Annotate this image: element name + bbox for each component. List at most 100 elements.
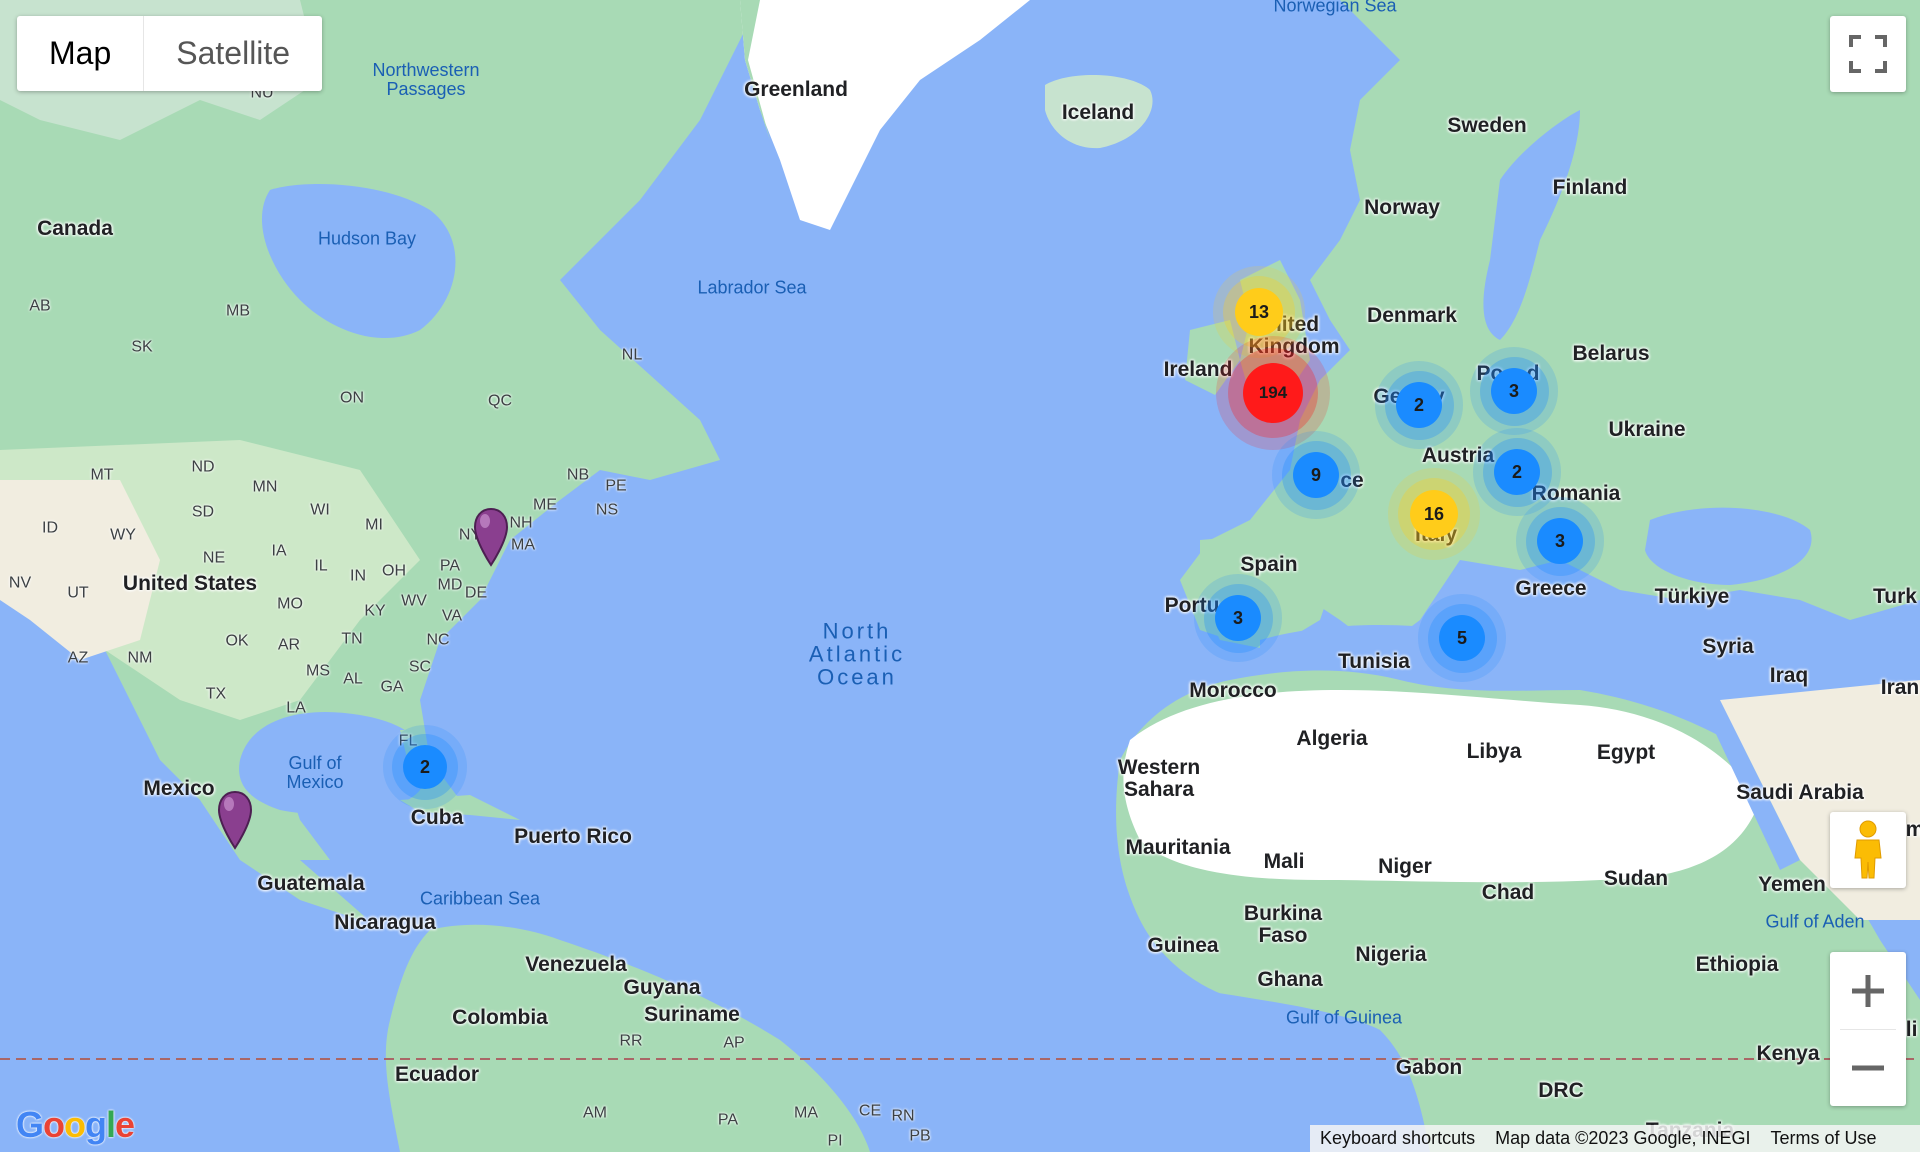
cluster-count: 2 [1511, 461, 1522, 482]
map-label-cuba: Cuba [410, 805, 464, 829]
zoom-in-button[interactable] [1830, 953, 1906, 1029]
cluster-marker-france[interactable]: 9 [1272, 431, 1360, 519]
map-label-m: m [1905, 817, 1920, 841]
cluster-marker-poland[interactable]: 3 [1470, 347, 1558, 435]
map-label-ukraine: Ukraine [1608, 417, 1686, 441]
cluster-marker-tunisia[interactable]: 5 [1418, 594, 1506, 682]
map-type-satellite-button[interactable]: Satellite [144, 16, 322, 91]
map-label-ok: OK [225, 632, 249, 650]
map-label-iceland: Iceland [1061, 100, 1135, 124]
map-label-qc: QC [488, 392, 512, 410]
cluster-marker-italy[interactable]: 16 [1388, 468, 1480, 560]
map-label-united-states: United States [122, 571, 258, 595]
zoom-out-icon [1852, 1065, 1884, 1070]
map-label-guinea: Guinea [1147, 933, 1219, 957]
map-label-in: IN [350, 567, 366, 585]
fullscreen-button[interactable] [1830, 16, 1906, 92]
map-label-nb: NB [566, 466, 590, 484]
google-logo[interactable]: Google [16, 1104, 135, 1146]
map-label-wi: WI [310, 501, 330, 519]
map-label-sudan: Sudan [1603, 866, 1669, 890]
cluster-marker-hungary[interactable]: 2 [1473, 428, 1561, 516]
map-label-iraq: Iraq [1769, 663, 1809, 687]
map-label-md: MD [437, 576, 463, 594]
cluster-marker-uk-south[interactable]: 194 [1216, 336, 1330, 450]
zoom-out-button[interactable] [1830, 1030, 1906, 1106]
map-pin-boston[interactable] [473, 507, 509, 572]
map-label-gabon: Gabon [1395, 1055, 1463, 1079]
map-label-nl: NL [621, 346, 643, 364]
map-label-ga: GA [380, 678, 404, 696]
map-label-egypt: Egypt [1596, 740, 1656, 764]
cluster-count: 3 [1232, 607, 1243, 628]
map-label-mali: Mali [1263, 849, 1305, 873]
map-label-nh: NH [509, 514, 533, 532]
cluster-marker-gulf[interactable]: 2 [383, 725, 467, 809]
terms-of-use-link[interactable]: Terms of Use [1761, 1128, 1887, 1149]
map-pin-mexico[interactable] [217, 790, 253, 855]
map-label-nc: NC [426, 631, 450, 649]
map-label-de: DE [464, 584, 488, 602]
map-label-mb: MB [226, 302, 250, 320]
map-label-pb: PB [909, 1127, 931, 1145]
map-label-colombia: Colombia [452, 1005, 548, 1029]
map-label-north-atlantic: North Atlantic Ocean [808, 618, 906, 690]
street-view-pegman-button[interactable] [1830, 812, 1906, 888]
cluster-marker-uk-north[interactable]: 13 [1213, 266, 1305, 358]
cluster-marker-germany[interactable]: 2 [1375, 361, 1463, 449]
map-label-gulf-of-guinea: Gulf of Guinea [1285, 1007, 1403, 1028]
map-label-ky: KY [364, 602, 386, 620]
map-label-guatemala: Guatemala [257, 871, 365, 895]
map-label-nv: NV [8, 574, 32, 592]
map-label-al: AL [343, 670, 363, 688]
map-label-la: LA [286, 699, 306, 717]
map-label-am: AM [583, 1104, 607, 1122]
map-label-drc: DRC [1538, 1078, 1584, 1102]
map-label-nigeria: Nigeria [1355, 942, 1427, 966]
zoom-in-icon [1852, 974, 1884, 1007]
map-pin-icon [217, 790, 253, 850]
map-type-map-button[interactable]: Map [17, 16, 143, 91]
map-canvas[interactable] [0, 0, 1920, 1152]
pegman-icon [1854, 820, 1882, 879]
map-label-belarus: Belarus [1572, 341, 1650, 365]
map-label-iran: Iran [1880, 675, 1920, 699]
map-label-mo: MO [277, 595, 303, 613]
map-label-mauritania: Mauritania [1125, 835, 1231, 859]
cluster-count: 2 [419, 756, 430, 777]
cluster-count: 16 [1423, 503, 1445, 524]
map-label-ms: MS [306, 662, 330, 680]
map-label-ut: UT [67, 584, 89, 602]
map-label-ecuador: Ecuador [394, 1062, 480, 1086]
map-label-sk: SK [131, 338, 153, 356]
map-label-ne: NE [202, 549, 226, 567]
map-label-western-sahara: Western Sahara [1117, 755, 1201, 801]
map-label-wy: WY [110, 526, 136, 544]
map-label-caribbean-sea: Caribbean Sea [419, 888, 541, 909]
map-label-mi: MI [365, 516, 383, 534]
keyboard-shortcuts-link[interactable]: Keyboard shortcuts [1310, 1128, 1485, 1149]
map-label-tunisia: Tunisia [1338, 649, 1410, 673]
map-label-pa: PA [439, 557, 461, 575]
map-label-algeria: Algeria [1296, 726, 1368, 750]
cluster-marker-portugal[interactable]: 3 [1194, 574, 1282, 662]
attribution-bar: Keyboard shortcuts Map data ©2023 Google… [1310, 1125, 1920, 1152]
map-label-wv: WV [401, 592, 427, 610]
map-pin-icon [473, 507, 509, 567]
map-label-pi: PI [827, 1132, 843, 1150]
map-label-il: IL [314, 557, 328, 575]
map-label-norway: Norway [1364, 195, 1440, 219]
map-label-nm: NM [127, 649, 153, 667]
cluster-count: 5 [1456, 627, 1467, 648]
map-label-canada: Canada [37, 216, 113, 240]
map-label-ce: CE [858, 1102, 882, 1120]
map-label-az: AZ [67, 649, 89, 667]
map-label-syria: Syria [1702, 634, 1754, 658]
map-label-ia: IA [271, 542, 287, 560]
map-label-ghana: Ghana [1257, 967, 1323, 991]
map-label-ethiopia: Ethiopia [1695, 952, 1779, 976]
map-label-saudi-arabia: Saudi Arabia [1736, 780, 1864, 804]
cluster-marker-bulgaria[interactable]: 3 [1516, 497, 1604, 585]
map-label-norwegian-sea: Norwegian Sea [1273, 0, 1397, 16]
map-label-labrador-sea: Labrador Sea [697, 277, 807, 298]
